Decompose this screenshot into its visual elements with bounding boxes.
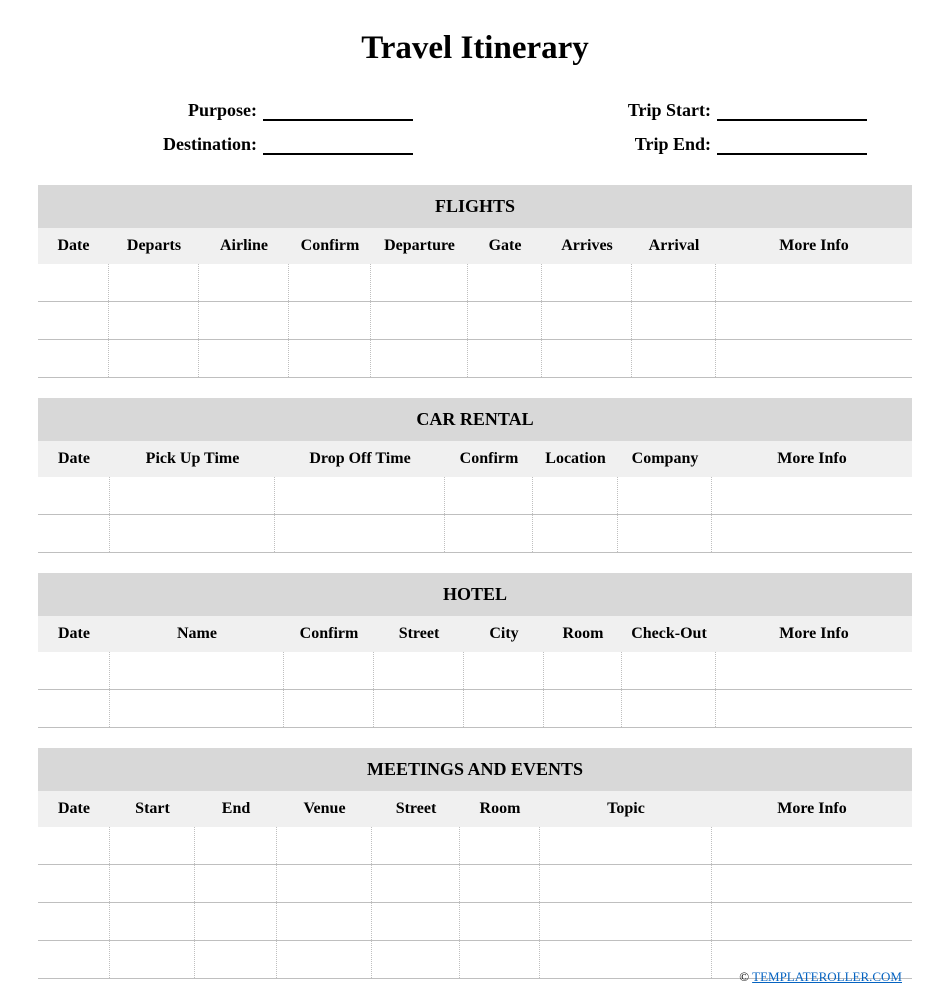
table-row[interactable]	[38, 865, 912, 903]
page-title: Travel Itinerary	[38, 30, 912, 67]
col-street: Street	[372, 791, 460, 827]
col-arrival: Arrival	[632, 228, 716, 264]
col-date: Date	[38, 441, 110, 477]
col-moreinfo: More Info	[712, 791, 912, 827]
col-checkout: Check-Out	[622, 616, 716, 652]
table-row[interactable]	[38, 477, 912, 515]
flights-title: FLIGHTS	[38, 185, 912, 228]
hotel-headers: Date Name Confirm Street City Room Check…	[38, 616, 912, 652]
col-gate: Gate	[468, 228, 542, 264]
flights-section: FLIGHTS Date Departs Airline Confirm Dep…	[38, 185, 912, 378]
col-airline: Airline	[199, 228, 289, 264]
col-room: Room	[544, 616, 622, 652]
car-rental-section: CAR RENTAL Date Pick Up Time Drop Off Ti…	[38, 398, 912, 553]
table-row[interactable]	[38, 652, 912, 690]
trip-end-input[interactable]	[717, 133, 867, 155]
col-pickup: Pick Up Time	[110, 441, 275, 477]
trip-start-label: Trip Start:	[607, 100, 717, 121]
header-fields: Purpose: Destination: Trip Start: Trip E…	[38, 95, 912, 155]
col-moreinfo: More Info	[716, 616, 912, 652]
hotel-title: HOTEL	[38, 573, 912, 616]
col-name: Name	[110, 616, 284, 652]
hotel-section: HOTEL Date Name Confirm Street City Room…	[38, 573, 912, 728]
col-confirm: Confirm	[289, 228, 371, 264]
col-departs: Departs	[109, 228, 199, 264]
col-room: Room	[460, 791, 540, 827]
table-row[interactable]	[38, 903, 912, 941]
col-date: Date	[38, 791, 110, 827]
table-row[interactable]	[38, 264, 912, 302]
col-date: Date	[38, 228, 109, 264]
car-rental-headers: Date Pick Up Time Drop Off Time Confirm …	[38, 441, 912, 477]
table-row[interactable]	[38, 690, 912, 728]
col-topic: Topic	[540, 791, 712, 827]
table-row[interactable]	[38, 827, 912, 865]
col-moreinfo: More Info	[712, 441, 912, 477]
footer-link[interactable]: TEMPLATEROLLER.COM	[752, 969, 902, 984]
col-departure: Departure	[371, 228, 468, 264]
col-date: Date	[38, 616, 110, 652]
flights-headers: Date Departs Airline Confirm Departure G…	[38, 228, 912, 264]
meetings-section: MEETINGS AND EVENTS Date Start End Venue…	[38, 748, 912, 979]
table-row[interactable]	[38, 302, 912, 340]
col-company: Company	[618, 441, 712, 477]
meetings-title: MEETINGS AND EVENTS	[38, 748, 912, 791]
col-moreinfo: More Info	[716, 228, 912, 264]
col-confirm: Confirm	[284, 616, 374, 652]
col-city: City	[464, 616, 544, 652]
col-venue: Venue	[277, 791, 372, 827]
col-dropoff: Drop Off Time	[275, 441, 445, 477]
col-end: End	[195, 791, 277, 827]
footer: © TEMPLATEROLLER.COM	[739, 969, 902, 985]
col-location: Location	[533, 441, 618, 477]
purpose-input[interactable]	[263, 99, 413, 121]
destination-input[interactable]	[263, 133, 413, 155]
table-row[interactable]	[38, 340, 912, 378]
trip-start-input[interactable]	[717, 99, 867, 121]
destination-label: Destination:	[38, 134, 263, 155]
table-row[interactable]	[38, 515, 912, 553]
col-arrives: Arrives	[542, 228, 632, 264]
col-street: Street	[374, 616, 464, 652]
trip-end-label: Trip End:	[607, 134, 717, 155]
col-start: Start	[110, 791, 195, 827]
col-confirm: Confirm	[445, 441, 533, 477]
purpose-label: Purpose:	[38, 100, 263, 121]
car-rental-title: CAR RENTAL	[38, 398, 912, 441]
meetings-headers: Date Start End Venue Street Room Topic M…	[38, 791, 912, 827]
copyright-symbol: ©	[739, 969, 749, 984]
